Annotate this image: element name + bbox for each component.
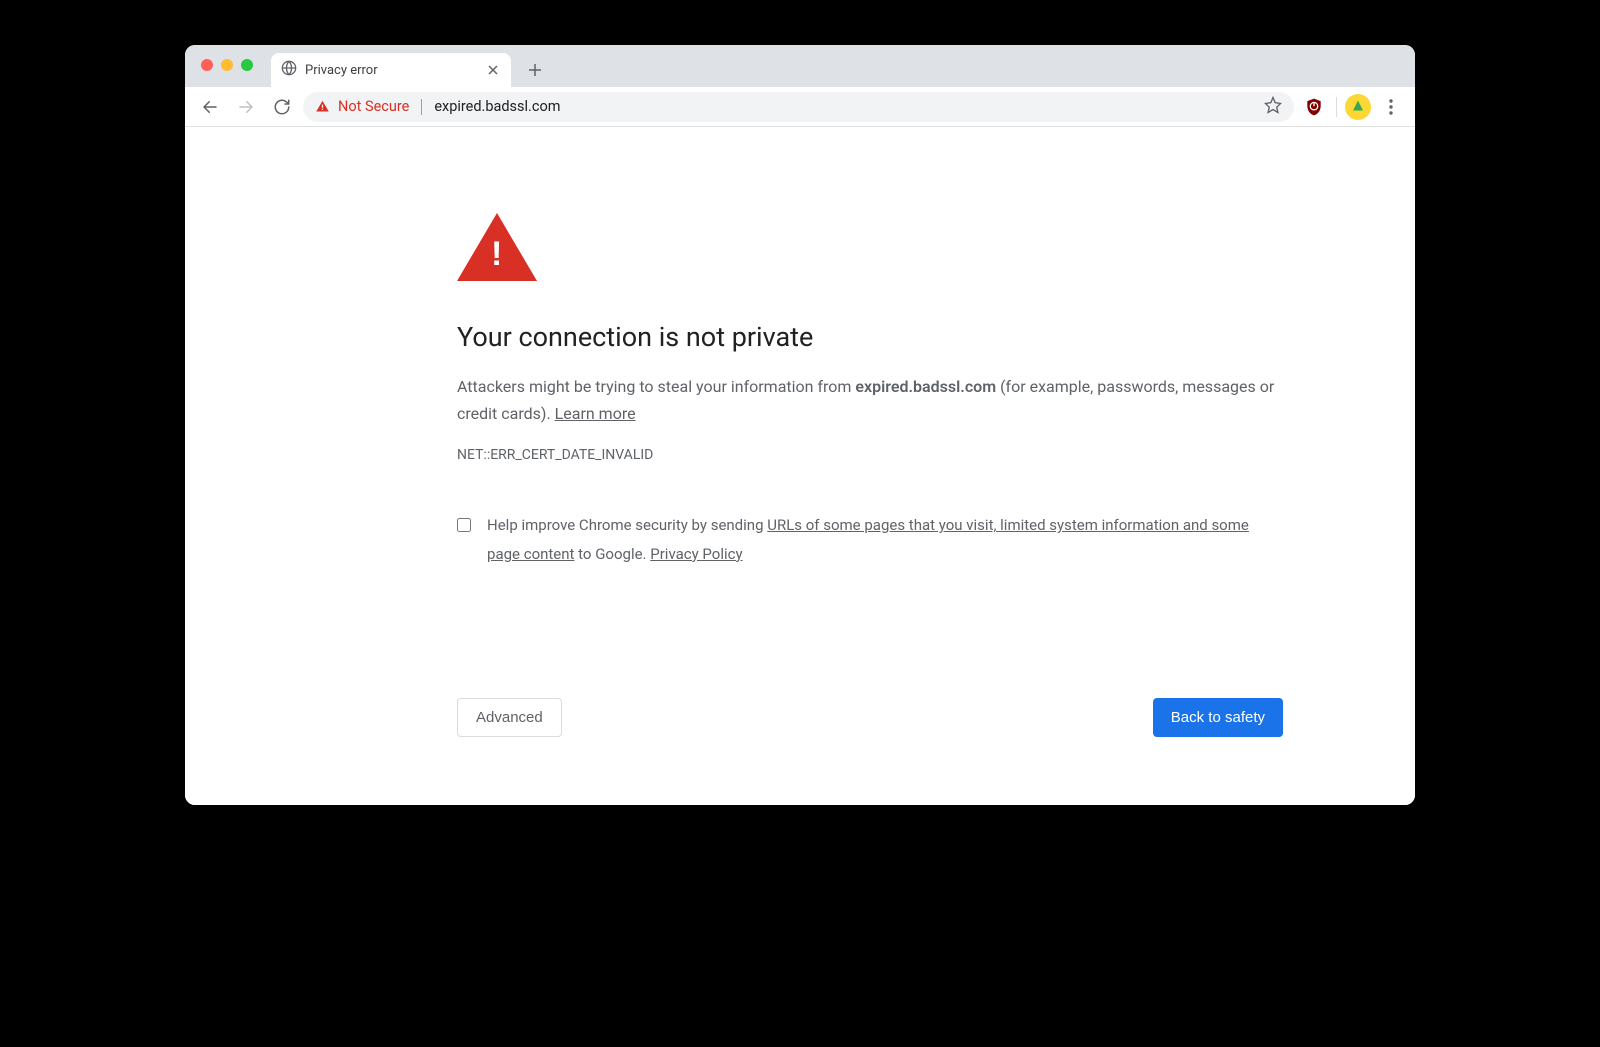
privacy-policy-link[interactable]: Privacy Policy	[650, 545, 742, 563]
close-tab-button[interactable]	[485, 62, 501, 78]
avatar-glyph-icon	[1353, 101, 1363, 111]
globe-icon	[281, 60, 297, 80]
reporting-checkbox[interactable]	[457, 516, 471, 534]
optin-prefix: Help improve Chrome security by sending	[487, 516, 767, 534]
window-controls	[201, 59, 253, 71]
error-body-text: Attackers might be trying to steal your …	[457, 373, 1283, 427]
forward-button[interactable]	[231, 92, 261, 122]
browser-tab[interactable]: Privacy error	[271, 53, 511, 87]
learn-more-link[interactable]: Learn more	[555, 404, 636, 423]
new-tab-button[interactable]	[521, 56, 549, 84]
error-code: NET::ERR_CERT_DATE_INVALID	[457, 447, 1283, 463]
reload-button[interactable]	[267, 92, 297, 122]
profile-avatar[interactable]	[1345, 94, 1371, 120]
browser-menu-button[interactable]	[1377, 93, 1405, 121]
ssl-error-interstitial: Your connection is not private Attackers…	[457, 213, 1283, 737]
back-button[interactable]	[195, 92, 225, 122]
page-content: Your connection is not private Attackers…	[185, 127, 1415, 805]
warning-triangle-icon	[315, 99, 330, 114]
error-headline: Your connection is not private	[457, 321, 1283, 353]
reporting-opt-in: Help improve Chrome security by sending …	[457, 511, 1283, 568]
large-warning-triangle-icon	[457, 213, 537, 281]
body-domain: expired.badssl.com	[855, 377, 996, 396]
bookmark-star-icon[interactable]	[1264, 96, 1282, 118]
back-to-safety-button[interactable]: Back to safety	[1153, 698, 1283, 737]
ublock-extension-icon[interactable]	[1300, 93, 1328, 121]
reporting-text: Help improve Chrome security by sending …	[487, 511, 1283, 568]
address-bar[interactable]: Not Secure expired.badssl.com	[303, 92, 1294, 122]
optin-mid: to Google.	[574, 545, 650, 563]
maximize-window-button[interactable]	[241, 59, 253, 71]
security-status-label: Not Secure	[338, 98, 409, 115]
body-prefix: Attackers might be trying to steal your …	[457, 377, 855, 396]
close-window-button[interactable]	[201, 59, 213, 71]
toolbar: Not Secure expired.badssl.com	[185, 87, 1415, 127]
button-row: Advanced Back to safety	[457, 698, 1283, 737]
tab-strip: Privacy error	[185, 45, 1415, 87]
minimize-window-button[interactable]	[221, 59, 233, 71]
toolbar-separator	[1336, 97, 1337, 117]
url-text: expired.badssl.com	[434, 98, 560, 115]
omnibox-divider	[421, 99, 422, 115]
tab-title: Privacy error	[305, 63, 378, 78]
browser-window: Privacy error Not Secure expired.badssl.…	[185, 45, 1415, 805]
advanced-button[interactable]: Advanced	[457, 698, 562, 737]
